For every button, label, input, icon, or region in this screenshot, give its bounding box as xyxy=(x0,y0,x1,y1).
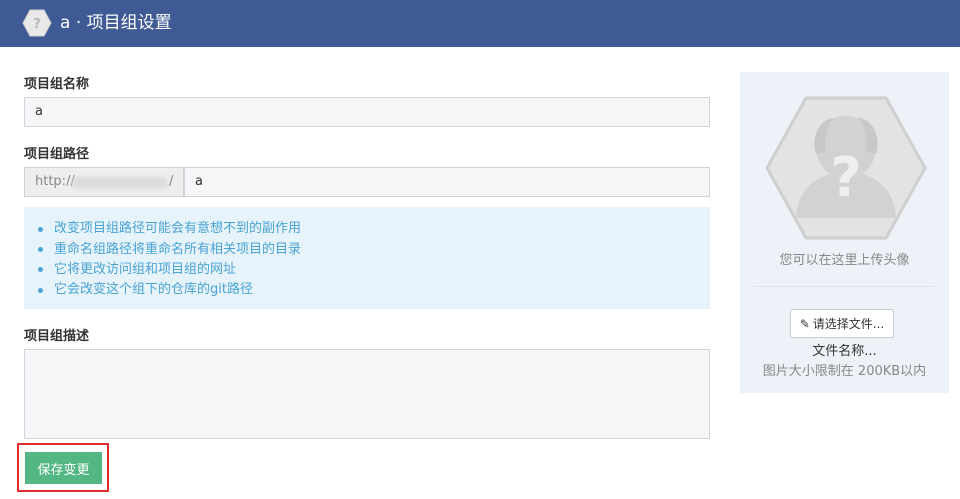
path-change-notice: 改变项目组路径可能会有意想不到的副作用 重命名组路径将重命名所有相关项目的目录 … xyxy=(24,207,710,309)
bullet-icon xyxy=(38,247,43,253)
group-description-textarea[interactable] xyxy=(24,349,710,439)
paperclip-icon: ✎ xyxy=(799,316,810,331)
group-path-prefix-text: http:// xyxy=(35,174,75,189)
notice-item: 它会改变这个组下的仓库的git路径 xyxy=(38,280,301,300)
group-name-label: 项目组名称 xyxy=(24,77,90,92)
page-title: a · 项目组设置 xyxy=(60,13,172,33)
sidebar-divider xyxy=(754,286,935,287)
group-path-label: 项目组路径 xyxy=(24,147,90,162)
upload-avatar-tip: 您可以在这里上传头像 xyxy=(779,253,910,268)
bullet-icon xyxy=(38,267,43,273)
file-size-limit-text: 图片大小限制在 200KB以内 xyxy=(762,364,927,379)
svg-text:?: ? xyxy=(33,17,41,32)
svg-text:?: ? xyxy=(830,146,861,209)
bullet-icon xyxy=(38,226,43,232)
group-path-prefix-slash: / xyxy=(169,174,174,189)
choose-file-button[interactable]: ✎ 请选择文件... xyxy=(790,309,894,338)
group-avatar-icon: ? xyxy=(22,9,52,37)
notice-item: 它将更改访问组和项目组的网址 xyxy=(38,260,301,280)
avatar-panel: ? 您可以在这里上传头像 ✎ 请选择文件... 文件名称... 图片大小限制在 … xyxy=(740,72,949,393)
top-bar: ? a · 项目组设置 xyxy=(0,0,960,47)
notice-item: 重命名组路径将重命名所有相关项目的目录 xyxy=(38,239,301,259)
group-name-input[interactable]: a xyxy=(24,97,710,127)
group-path-input[interactable]: a xyxy=(184,167,710,197)
notice-item: 改变项目组路径可能会有意想不到的副作用 xyxy=(38,219,301,239)
file-name-text: 文件名称... xyxy=(812,344,877,359)
group-description-label: 项目组描述 xyxy=(24,329,90,344)
blurred-host xyxy=(72,177,168,189)
choose-file-label: 请选择文件... xyxy=(812,317,885,331)
avatar-placeholder-icon[interactable]: ? xyxy=(764,96,928,240)
bullet-icon xyxy=(38,287,43,293)
save-changes-button[interactable]: 保存变更 xyxy=(25,452,102,484)
